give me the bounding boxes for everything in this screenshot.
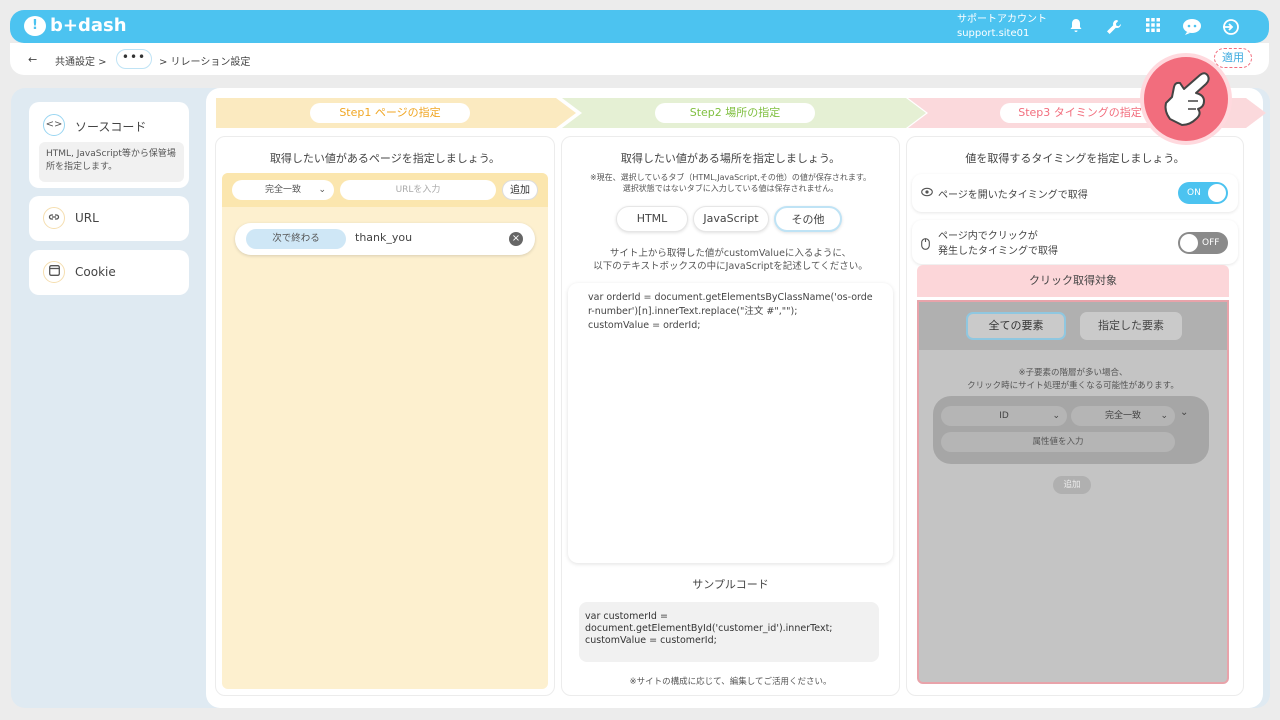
step1-panel: 取得したい値があるページを指定しましょう。 完全一致 ⌄ URLを入力 追加 次… (215, 136, 555, 696)
javascript-code-editor[interactable]: var orderId = document.getElementsByClas… (568, 283, 893, 563)
window-icon (43, 261, 65, 283)
header-bar: ! b+dash サポートアカウント support.site01 (10, 10, 1269, 43)
sample-code-line: var customerId = (585, 611, 668, 622)
url-input[interactable]: URLを入力 (340, 180, 496, 200)
step1-rule-area: 完全一致 ⌄ URLを入力 追加 次で終わる thank_you × (222, 173, 548, 689)
account-name: サポートアカウント (957, 14, 1047, 25)
expand-chevron-icon[interactable]: ⌄ (1180, 407, 1188, 418)
tab-javascript[interactable]: JavaScript (693, 206, 769, 232)
code-line: r-number')[n].innerText.replace("注文 #","… (588, 306, 798, 317)
url-rule-item: 次で終わる thank_you × (235, 223, 535, 255)
remove-rule-icon[interactable]: × (509, 232, 523, 246)
attribute-rule-box: ID ⌄ 完全一致 ⌄ ⌄ 属性値を入力 (933, 396, 1209, 464)
pointer-hand-icon (1140, 53, 1232, 145)
sample-code-line: document.getElementById('customer_id').i… (585, 623, 833, 634)
wrench-icon[interactable] (1105, 18, 1123, 36)
click-target-area: 全ての要素 指定した要素 ※子要素の階層が多い場合、 クリック時にサイト処理が重… (917, 300, 1229, 684)
step3-title: 値を取得するタイミングを指定しましょう。 (965, 152, 1185, 165)
code-icon: <> (43, 114, 65, 136)
sidebar-item-cookie[interactable]: Cookie (29, 250, 189, 295)
attribute-type-select[interactable]: ID ⌄ (941, 406, 1067, 426)
option-page-click-label: ページ内でクリックが 発生したタイミングで取得 (938, 229, 1058, 259)
logout-icon[interactable] (1221, 18, 1239, 36)
option-page-click-line2: 発生したタイミングで取得 (938, 246, 1058, 257)
mouse-icon (921, 235, 930, 254)
toggle-knob (1208, 184, 1226, 202)
page-open-toggle[interactable]: ON (1178, 182, 1228, 204)
add-url-button[interactable]: 追加 (502, 180, 538, 200)
breadcrumb: ← 共通設定 > ••• > リレーション設定 適用 (10, 43, 1269, 75)
toggle-on-text: ON (1187, 188, 1201, 198)
page-click-toggle[interactable]: OFF (1178, 232, 1228, 254)
click-warning-2: クリック時にサイト処理が重くなる可能性があります。 (967, 381, 1179, 391)
option-page-click: ページ内でクリックが 発生したタイミングで取得 OFF (912, 220, 1238, 264)
eye-icon (921, 187, 933, 200)
sidebar-item-url[interactable]: URL (29, 196, 189, 241)
support-chat-icon[interactable] (1182, 18, 1201, 36)
tab-other[interactable]: その他 (774, 206, 842, 232)
step2-desc-1: サイト上から取得した値がcustomValueに入るように、 (609, 248, 852, 259)
click-warning-1: ※子要素の階層が多い場合、 (1018, 368, 1128, 378)
rule-value: thank_you (355, 231, 413, 244)
step1-label: Step1 ページの指定 (310, 103, 470, 123)
sample-code-line: customValue = customerId; (585, 635, 717, 646)
toggle-knob (1180, 234, 1198, 252)
step2-note-2: 選択状態ではないタブに入力している値は保存されません。 (622, 184, 839, 193)
specified-elements-button[interactable]: 指定した要素 (1080, 312, 1182, 340)
match-type-select[interactable]: 完全一致 ⌄ (232, 180, 334, 200)
logo-text: b+dash (50, 15, 127, 36)
match-type-value: 完全一致 (264, 185, 301, 195)
tab-html[interactable]: HTML (616, 206, 688, 232)
sidebar-item-source-code[interactable]: <> ソースコード HTML, JavaScript等から保管場所を指定します。 (29, 102, 189, 188)
brand-logo[interactable]: ! b+dash (24, 15, 127, 36)
breadcrumb-more-button[interactable]: ••• (116, 49, 152, 69)
step3-label: Step3 タイミングの指定 (1000, 103, 1160, 123)
bell-icon[interactable] (1067, 18, 1085, 36)
link-icon (43, 207, 65, 229)
logo-icon: ! (24, 15, 46, 36)
account-site: support.site01 (957, 28, 1030, 39)
sample-code-title: サンプルコード (692, 578, 769, 591)
step2-footer-note: ※サイトの構成に応じて、編集してご活用ください。 (629, 677, 832, 687)
toggle-off-text: OFF (1202, 238, 1220, 248)
sidebar-item-label: Cookie (75, 265, 116, 279)
click-target-header: クリック取得対象 (917, 265, 1229, 297)
back-arrow-icon[interactable]: ← (28, 53, 37, 66)
option-page-click-line1: ページ内でクリックが (938, 231, 1038, 242)
sidebar-item-label: ソースコード (75, 120, 147, 134)
sample-code-box: var customerId = document.getElementById… (579, 602, 879, 662)
add-attribute-button[interactable]: 追加 (1053, 476, 1091, 494)
rule-type-badge[interactable]: 次で終わる (246, 229, 346, 249)
attribute-type-value: ID (999, 411, 1009, 421)
attribute-value-input[interactable]: 属性値を入力 (941, 432, 1175, 452)
attribute-match-select[interactable]: 完全一致 ⌄ (1071, 406, 1175, 426)
account-info[interactable]: サポートアカウント support.site01 (957, 13, 1047, 41)
chevron-down-icon: ⌄ (1052, 411, 1060, 421)
option-page-open-label: ページを開いたタイミングで取得 (938, 190, 1088, 201)
sidebar-item-description: HTML, JavaScript等から保管場所を指定します。 (39, 142, 184, 182)
attribute-match-value: 完全一致 (1104, 411, 1141, 421)
step2-label: Step2 場所の指定 (655, 103, 815, 123)
code-line: customValue = orderId; (588, 320, 701, 331)
step2-title: 取得したい値がある場所を指定しましょう。 (620, 152, 841, 165)
breadcrumb-common-settings[interactable]: 共通設定 > (55, 53, 107, 68)
breadcrumb-relation-settings: > リレーション設定 (159, 57, 251, 68)
step2-desc-2: 以下のテキストボックスの中にJavaScriptを記述してください。 (593, 261, 868, 272)
chevron-down-icon: ⌄ (1160, 411, 1168, 421)
grid-icon[interactable] (1144, 18, 1162, 36)
all-elements-button[interactable]: 全ての要素 (966, 312, 1066, 340)
sidebar-item-label: URL (75, 211, 99, 225)
chevron-down-icon: ⌄ (318, 185, 326, 195)
step1-title: 取得したい値があるページを指定しましょう。 (269, 152, 501, 165)
step2-note-1: ※現在、選択しているタブ（HTML,JavaScript,その他）の値が保存され… (589, 173, 872, 182)
code-line: var orderId = document.getElementsByClas… (588, 292, 873, 303)
option-page-open: ページを開いたタイミングで取得 ON (912, 174, 1238, 212)
